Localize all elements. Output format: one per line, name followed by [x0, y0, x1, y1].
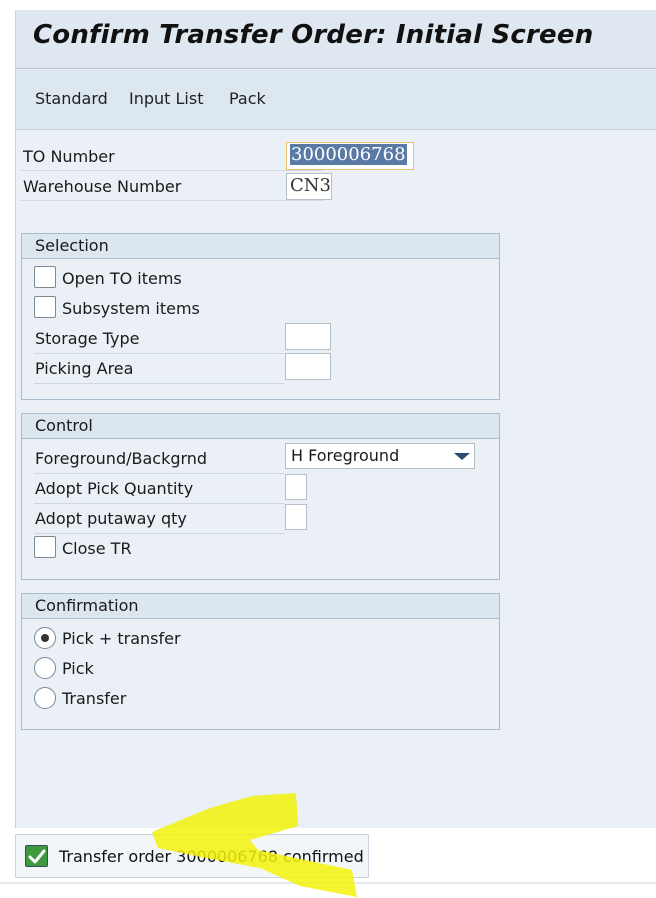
chevron-down-icon [454, 453, 470, 460]
adopt-putaway-qty-label: Adopt putaway qty [35, 509, 187, 528]
status-bar[interactable]: Transfer order 3000006768 confirmed [15, 834, 369, 878]
selection-group: Selection Open TO items Subsystem items … [21, 233, 500, 400]
transfer-option[interactable]: Transfer [34, 684, 308, 714]
picking-area-row: Picking Area [34, 354, 284, 384]
foreground-label: Foreground/Backgrnd [35, 449, 208, 468]
open-to-items-row: Open TO items [34, 264, 308, 294]
storage-type-input[interactable] [285, 323, 331, 350]
open-to-items-checkbox[interactable] [34, 266, 56, 288]
foreground-row: Foreground/Backgrnd [34, 444, 284, 474]
foreground-dropdown[interactable]: H Foreground [285, 443, 475, 469]
control-group-title: Control [22, 414, 499, 439]
picking-area-label: Picking Area [35, 359, 134, 378]
application-toolbar: Standard Input List Pack [16, 70, 656, 130]
standard-button[interactable]: Standard [35, 89, 108, 108]
warehouse-number-row: Warehouse Number [20, 171, 324, 201]
window-bottom-edge [0, 882, 656, 884]
close-tr-label: Close TR [62, 539, 132, 558]
sap-window: Confirm Transfer Order: Initial Screen S… [15, 10, 656, 828]
adopt-pick-qty-input[interactable] [285, 474, 307, 500]
confirmation-group-title: Confirmation [22, 594, 499, 619]
selection-group-title: Selection [22, 234, 499, 259]
input-list-button[interactable]: Input List [129, 89, 203, 108]
title-bar: Confirm Transfer Order: Initial Screen [16, 10, 656, 69]
warehouse-number-label: Warehouse Number [23, 177, 182, 196]
transfer-radio[interactable] [34, 687, 56, 709]
pick-label: Pick [62, 659, 94, 678]
close-tr-checkbox[interactable] [34, 536, 56, 558]
adopt-putaway-qty-input[interactable] [285, 504, 307, 530]
success-check-icon [25, 845, 48, 867]
open-to-items-label: Open TO items [62, 269, 182, 288]
subsystem-items-label: Subsystem items [62, 299, 200, 318]
to-number-value: 3000006768 [290, 144, 407, 165]
warehouse-number-input[interactable]: CN3 [286, 173, 332, 200]
pick-option[interactable]: Pick [34, 654, 308, 684]
foreground-dropdown-value: H Foreground [291, 446, 400, 465]
to-number-row: TO Number [20, 141, 324, 171]
pick-transfer-option[interactable]: Pick + transfer [34, 624, 308, 654]
adopt-pick-qty-label: Adopt Pick Quantity [35, 479, 194, 498]
to-number-label: TO Number [23, 147, 115, 166]
close-tr-row: Close TR [34, 534, 308, 564]
transfer-label: Transfer [62, 689, 127, 708]
pack-button[interactable]: Pack [229, 89, 266, 108]
confirmation-group: Confirmation Pick + transfer Pick Transf… [21, 593, 500, 730]
status-message: Transfer order 3000006768 confirmed [59, 847, 364, 866]
pick-transfer-label: Pick + transfer [62, 629, 181, 648]
control-group: Control Foreground/Backgrnd H Foreground… [21, 413, 500, 580]
pick-radio[interactable] [34, 657, 56, 679]
subsystem-items-row: Subsystem items [34, 294, 308, 324]
adopt-pick-qty-row: Adopt Pick Quantity [34, 474, 284, 504]
storage-type-label: Storage Type [35, 329, 140, 348]
to-number-input[interactable]: 3000006768 [286, 142, 414, 170]
subsystem-items-checkbox[interactable] [34, 296, 56, 318]
page-title: Confirm Transfer Order: Initial Screen [33, 20, 594, 50]
adopt-putaway-qty-row: Adopt putaway qty [34, 504, 284, 534]
picking-area-input[interactable] [285, 353, 331, 380]
pick-transfer-radio[interactable] [34, 627, 56, 649]
storage-type-row: Storage Type [34, 324, 284, 354]
